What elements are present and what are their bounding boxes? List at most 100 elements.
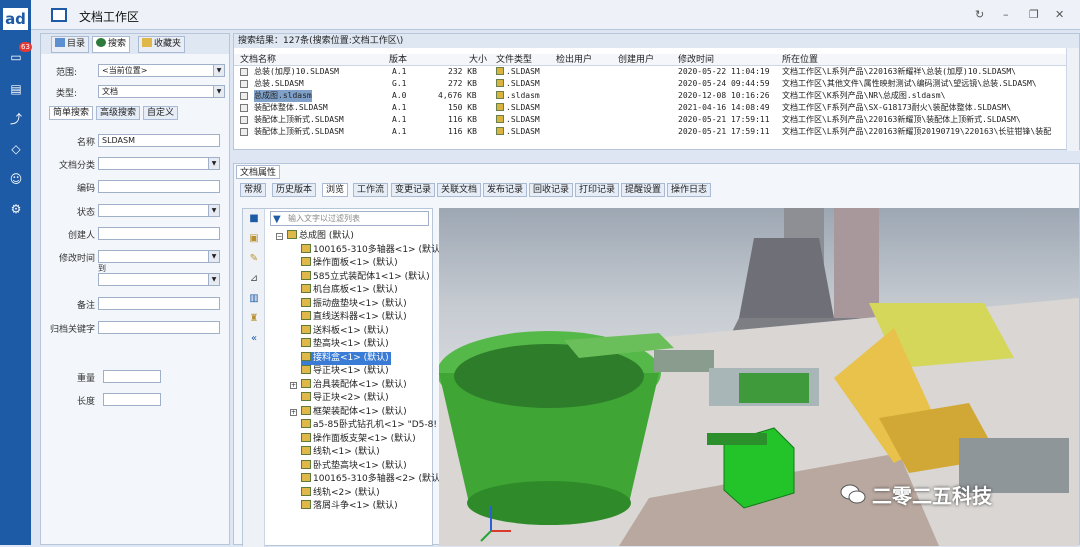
- table-row[interactable]: 装配体整体.SLDASM A.1 150 KB .SLDASM 2021-04-16 1…: [234, 102, 1066, 114]
- tab-favorites[interactable]: 收藏夹: [138, 36, 186, 53]
- layers-icon[interactable]: ▥: [248, 293, 260, 305]
- monitor-icon[interactable]: ▭: [9, 50, 23, 64]
- length-field[interactable]: [103, 393, 161, 406]
- tree-item[interactable]: 直线送料器<1> (默认): [301, 311, 407, 324]
- col-checkout-user[interactable]: 检出用户: [556, 54, 592, 66]
- collapse-icon[interactable]: «: [248, 333, 260, 345]
- table-row[interactable]: 总装(加厚)10.SLDASM A.1 232 KB .SLDASM 2020-05-2…: [234, 66, 1066, 78]
- type-select[interactable]: 文档 ▼: [98, 85, 225, 98]
- subtab-advanced[interactable]: 高级搜索: [96, 106, 141, 120]
- document-icon[interactable]: ▤: [9, 82, 23, 96]
- modified-from-field[interactable]: ▼: [98, 250, 220, 263]
- subtab-simple[interactable]: 简单搜索: [49, 106, 94, 120]
- chart-icon[interactable]: ⤴: [9, 112, 23, 126]
- cell-time: 2021-04-16 14:08:49: [678, 103, 770, 112]
- col-size[interactable]: 大小: [469, 54, 487, 66]
- tab-release-record[interactable]: 发布记录: [483, 183, 528, 197]
- tab-recycle-record[interactable]: 回收记录: [529, 183, 574, 197]
- cube-icon[interactable]: ■: [248, 213, 260, 225]
- tab-history[interactable]: 历史版本: [272, 183, 317, 197]
- cell-time: 2020-05-22 11:04:19: [678, 67, 770, 76]
- tree-item[interactable]: 送料板<1> (默认): [301, 324, 389, 338]
- tree-item[interactable]: 落屑斗争<1> (默认): [301, 500, 398, 513]
- image-icon[interactable]: ▣: [248, 233, 260, 245]
- tab-workflow[interactable]: 工作流: [353, 183, 389, 197]
- stamp-icon[interactable]: ♜: [248, 313, 260, 325]
- tree-item[interactable]: 垫高块<1> (默认): [301, 338, 389, 351]
- assembly-icon: [240, 104, 248, 112]
- tab-operation-log[interactable]: 操作日志: [667, 183, 712, 197]
- tree-item[interactable]: 导正块<2> (默认): [301, 392, 389, 405]
- col-location[interactable]: 所在位置: [782, 54, 818, 66]
- assembly-icon: [240, 116, 248, 124]
- creator-field[interactable]: [98, 227, 220, 240]
- archive-keyword-field[interactable]: [98, 321, 220, 334]
- tree-item[interactable]: 线轨<2> (默认): [301, 486, 380, 500]
- tree-item[interactable]: a5-85卧式钻孔机<1> "D5-8!: [301, 419, 437, 432]
- subtab-custom[interactable]: 自定义: [143, 106, 179, 120]
- col-name[interactable]: 文档名称: [240, 54, 276, 66]
- tree-item[interactable]: 操作面板支架<1> (默认): [301, 432, 416, 446]
- tree-item-label: 线轨<2> (默认): [313, 487, 380, 498]
- collapse-node-icon[interactable]: −: [276, 233, 283, 240]
- cell-version: A.1: [392, 115, 407, 124]
- tab-browse[interactable]: 浏览: [322, 183, 349, 197]
- cell-type: .SLDASM: [506, 127, 540, 136]
- users-icon[interactable]: ☺: [9, 172, 23, 186]
- table-row[interactable]: 装配体上顶新式.SLDASM A.1 116 KB .SLDASM 2020-05-21…: [234, 114, 1066, 126]
- tab-general[interactable]: 常规: [240, 183, 267, 197]
- tree-item[interactable]: 接料盒<1> (默认): [301, 351, 391, 365]
- tab-reminder-settings[interactable]: 提醒设置: [621, 183, 666, 197]
- code-field[interactable]: [98, 180, 220, 193]
- tree-item[interactable]: 操作面板<1> (默认): [301, 257, 398, 270]
- tab-print-record[interactable]: 打印记录: [575, 183, 620, 197]
- tree-item[interactable]: 100165-310多轴器<1> (默认): [301, 243, 443, 257]
- cell-size: 232 KB: [448, 67, 477, 76]
- col-file-type[interactable]: 文件类型: [496, 54, 532, 66]
- expand-node-icon[interactable]: +: [290, 381, 297, 389]
- tree-item[interactable]: 治具装配体<1> (默认): [301, 378, 407, 392]
- tree-item[interactable]: 导正块<1> (默认): [301, 365, 389, 378]
- modified-to-field[interactable]: ▼: [98, 273, 220, 286]
- tree-root[interactable]: 总成图 (默认): [287, 230, 354, 243]
- results-scrollbar[interactable]: [1066, 48, 1079, 151]
- measure-icon[interactable]: ⊿: [248, 273, 260, 285]
- expand-node-icon[interactable]: +: [290, 408, 297, 416]
- col-version[interactable]: 版本: [389, 54, 407, 66]
- table-row[interactable]: 总成图.sldasm A.0 4,676 KB .sldasm 2020-12-08 1…: [234, 90, 1066, 102]
- tree-item[interactable]: 585立式装配体1<1> (默认): [301, 270, 430, 284]
- remark-field[interactable]: [98, 297, 220, 310]
- refresh-icon[interactable]: ↻: [975, 8, 984, 21]
- category-select[interactable]: ▼: [98, 157, 220, 170]
- status-select[interactable]: ▼: [98, 204, 220, 217]
- scope-select[interactable]: <当前位置> ▼: [98, 64, 225, 77]
- tree-item[interactable]: 框架装配体<1> (默认): [301, 405, 407, 419]
- tree-item[interactable]: 100165-310多轴器<2> (默认): [301, 473, 443, 486]
- minimize-icon[interactable]: –: [1003, 8, 1009, 21]
- pencil-icon[interactable]: ✎: [248, 253, 260, 265]
- tag-icon[interactable]: ◇: [9, 142, 23, 156]
- tree-item-label: 振动盘垫块<1> (默认): [313, 298, 407, 309]
- tree-filter-input[interactable]: ▼ 输入文字以过滤列表: [270, 211, 429, 226]
- assembly-icon: [240, 128, 248, 136]
- tab-directory[interactable]: 目录: [51, 36, 90, 53]
- col-modified-time[interactable]: 修改时间: [678, 54, 714, 66]
- tree-item[interactable]: 线轨<1> (默认): [301, 446, 380, 459]
- col-create-user[interactable]: 创建用户: [618, 54, 654, 66]
- part-icon: [301, 473, 311, 482]
- table-row[interactable]: 装配体上顶新式.SLDASM A.1 116 KB .SLDASM 2020-05-21…: [234, 126, 1066, 138]
- cell-time: 2020-05-21 17:59:11: [678, 115, 770, 124]
- tree-item[interactable]: 机台底板<1> (默认): [301, 284, 398, 297]
- table-row[interactable]: 总装.SLDASM G.1 272 KB .SLDASM 2020-05-24 09:4…: [234, 78, 1066, 90]
- restore-icon[interactable]: ❐: [1029, 8, 1039, 21]
- tab-change-record[interactable]: 变更记录: [391, 183, 436, 197]
- tab-related-docs[interactable]: 关联文档: [437, 183, 482, 197]
- tree-item[interactable]: 振动盘垫块<1> (默认): [301, 297, 407, 311]
- settings-icon[interactable]: ⚙: [9, 202, 23, 216]
- scope-label: 范围:: [55, 68, 77, 78]
- name-field[interactable]: SLDASM: [98, 134, 220, 147]
- weight-field[interactable]: [103, 370, 161, 383]
- tree-item[interactable]: 卧式垫高块<1> (默认): [301, 459, 407, 473]
- tab-search[interactable]: 搜索: [92, 36, 131, 53]
- close-icon[interactable]: ✕: [1055, 8, 1064, 21]
